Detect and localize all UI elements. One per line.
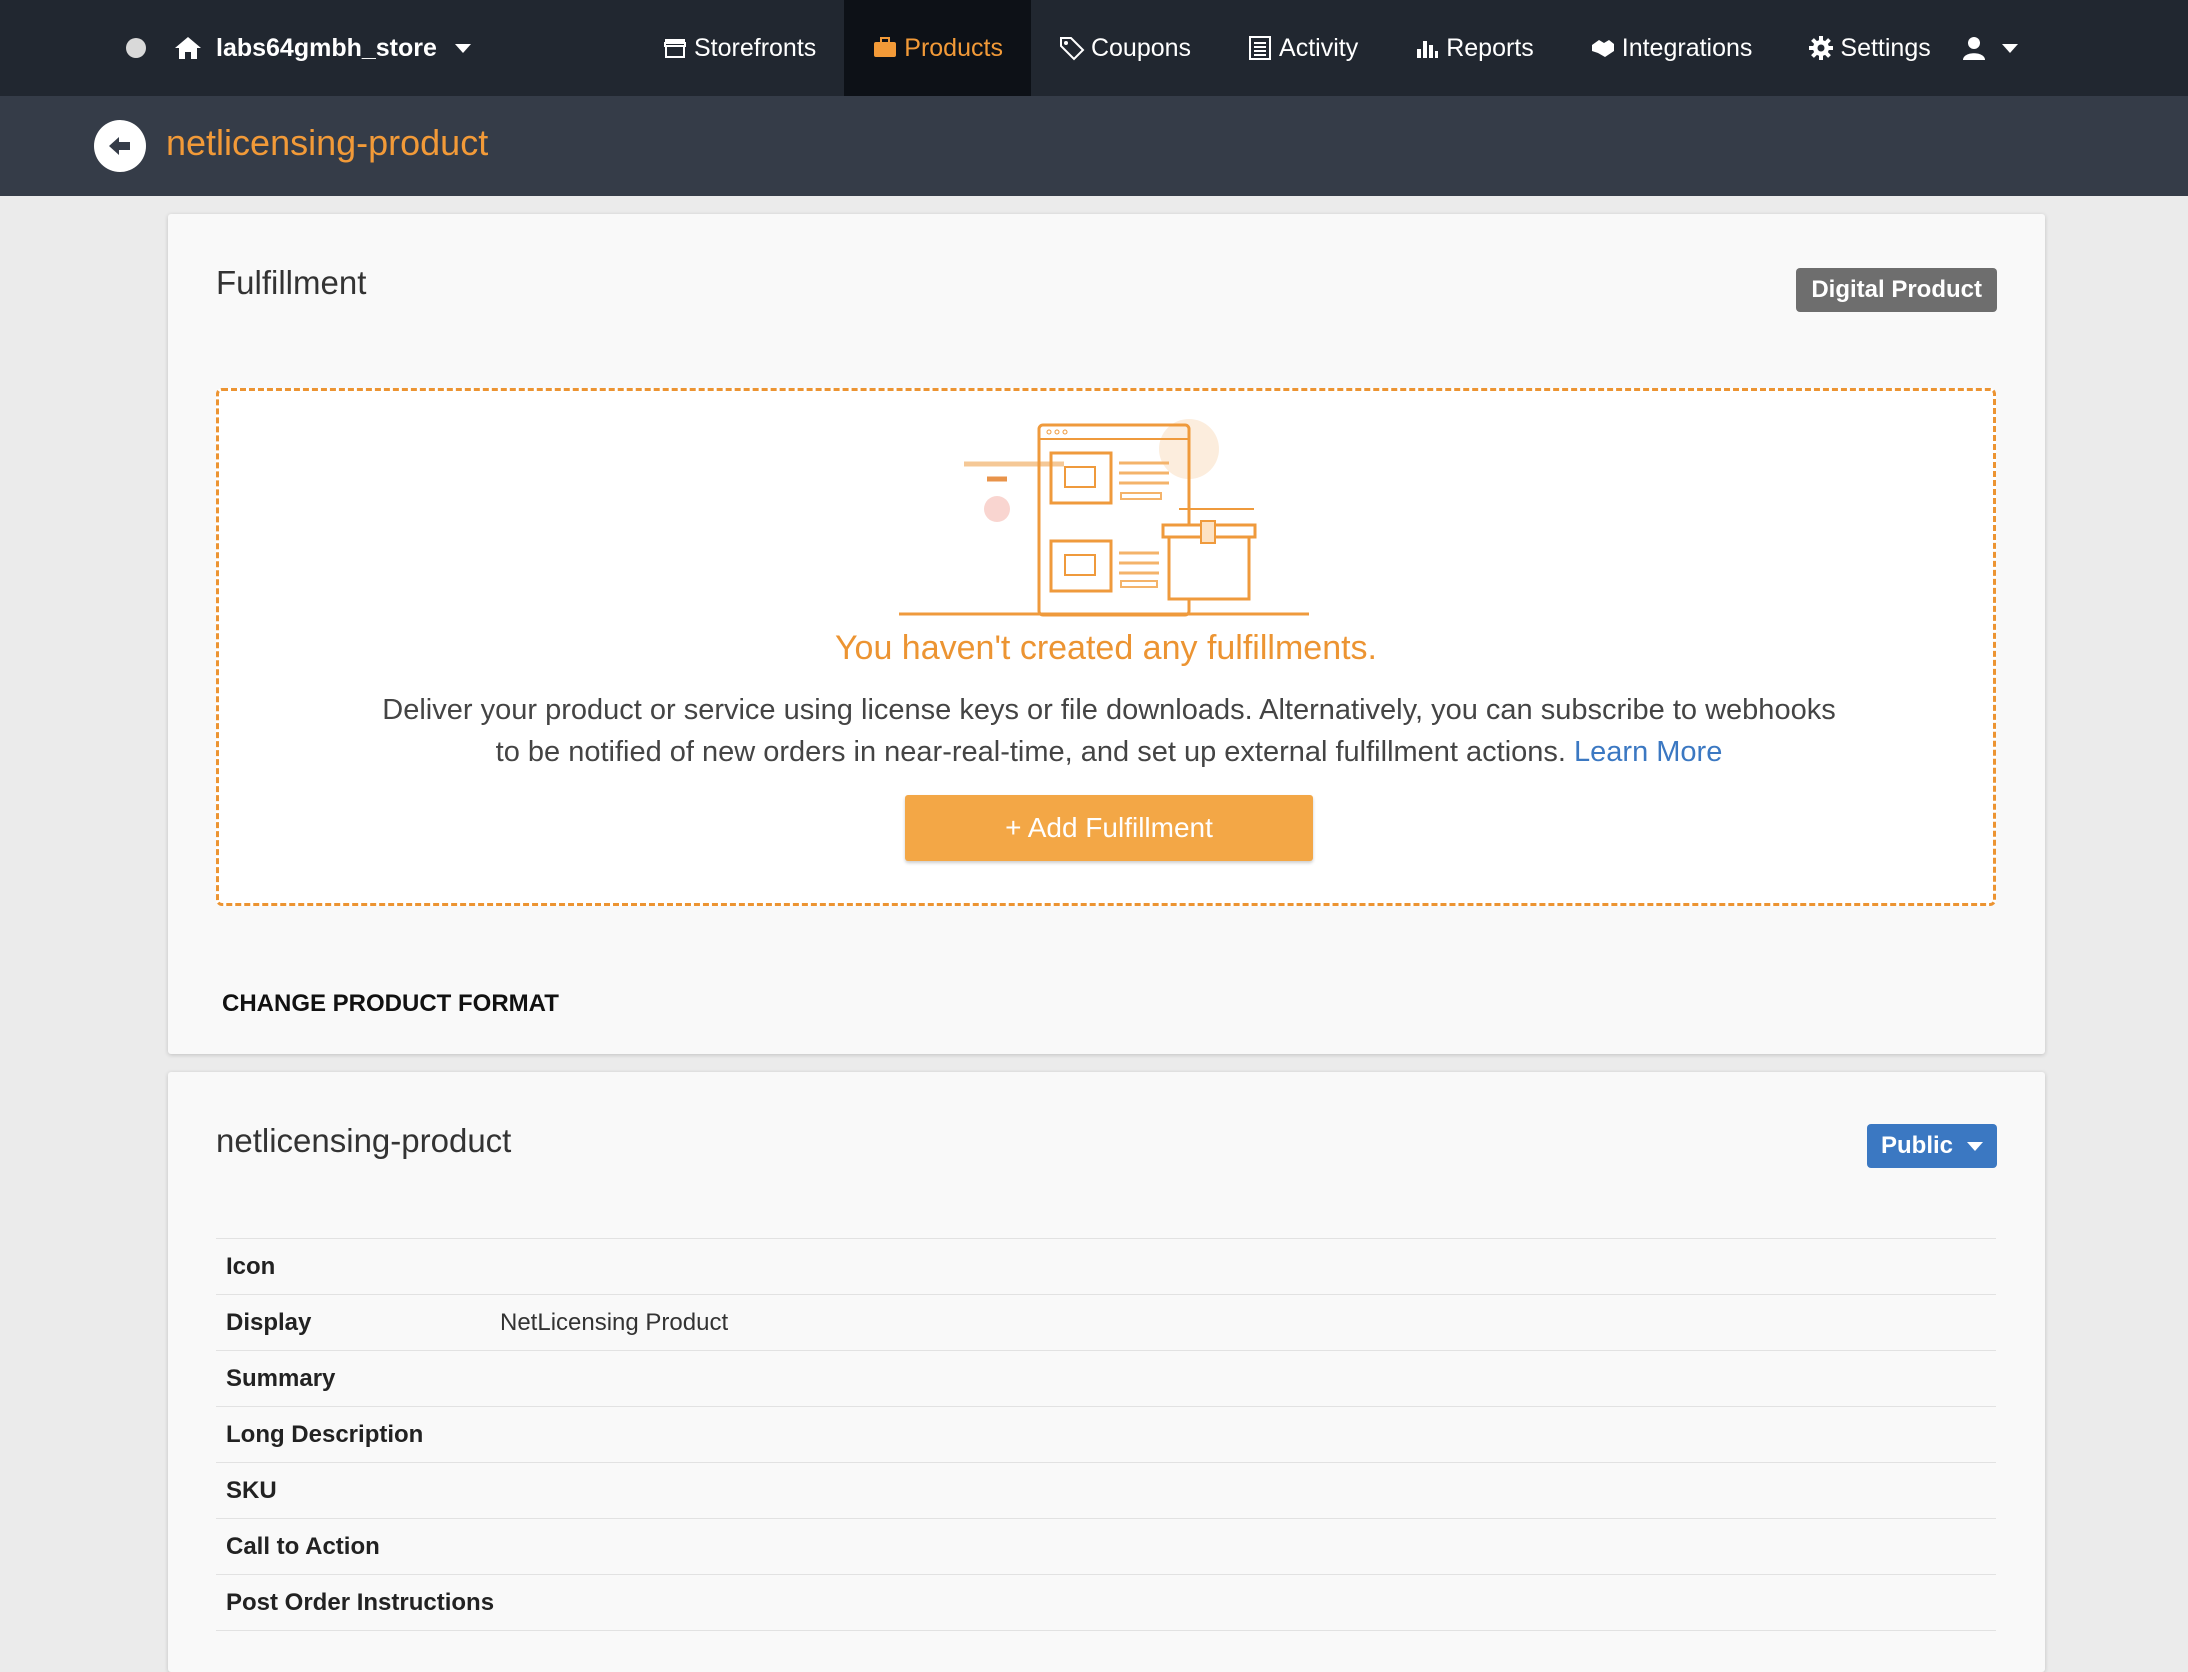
- nav-storefronts[interactable]: Storefronts: [634, 0, 844, 96]
- back-button[interactable]: [94, 120, 146, 172]
- nav-activity[interactable]: Activity: [1219, 0, 1386, 96]
- page-header: netlicensing-product: [0, 96, 2188, 196]
- nav-integrations[interactable]: Integrations: [1562, 0, 1781, 96]
- storefront-icon: [664, 39, 686, 58]
- nav-label: Integrations: [1621, 33, 1753, 62]
- nav-settings[interactable]: Settings: [1780, 0, 1958, 96]
- property-key: Icon: [226, 1252, 276, 1280]
- property-key: Post Order Instructions: [226, 1588, 495, 1616]
- user-menu[interactable]: [1960, 0, 2018, 96]
- handshake-icon: [1591, 40, 1614, 57]
- tags-icon: [1059, 37, 1085, 61]
- fulfillment-empty-state: You haven't created any fulfillments. De…: [216, 388, 1996, 906]
- store-name: labs64gmbh_store: [216, 33, 437, 62]
- chevron-down-icon: [2002, 43, 2018, 53]
- bar-chart-icon: [1417, 41, 1439, 58]
- product-format-badge: Digital Product: [1796, 268, 1997, 312]
- visibility-dropdown[interactable]: Public: [1866, 1124, 1997, 1168]
- arrow-left-icon: [109, 137, 130, 155]
- empty-state-title: You haven't created any fulfillments.: [834, 629, 1377, 667]
- home-icon: [175, 37, 201, 59]
- fulfillment-title: Fulfillment: [216, 264, 367, 301]
- top-navbar: labs64gmbh_store Storefronts Products Co: [0, 0, 2188, 96]
- user-icon: [1963, 37, 1985, 60]
- nav-label: Reports: [1446, 33, 1534, 62]
- product-title: netlicensing-product: [216, 1122, 512, 1159]
- property-value: NetLicensing Product: [500, 1308, 729, 1336]
- list-icon: [1249, 36, 1272, 60]
- chevron-down-icon: [1967, 1141, 1983, 1151]
- gear-icon: [1809, 36, 1834, 60]
- property-key: Summary: [226, 1364, 336, 1392]
- nav-label: Coupons: [1090, 33, 1192, 62]
- visibility-label: Public: [1880, 1132, 1953, 1159]
- chevron-down-icon: [454, 43, 471, 53]
- learn-more-link[interactable]: Learn More: [1574, 736, 1722, 768]
- property-key: Call to Action: [226, 1532, 380, 1560]
- store-switcher[interactable]: labs64gmbh_store: [126, 0, 471, 96]
- page-title: netlicensing-product: [166, 122, 489, 163]
- nav-label: Storefronts: [694, 33, 817, 62]
- status-dot-icon: [126, 38, 146, 58]
- nav-reports[interactable]: Reports: [1386, 0, 1562, 96]
- table-row[interactable]: Display NetLicensing Product: [216, 1295, 1996, 1351]
- fulfillment-card: Fulfillment Digital Product You haven't …: [168, 214, 2045, 1054]
- property-key: SKU: [226, 1476, 277, 1504]
- nav-label: Activity: [1279, 33, 1359, 62]
- nav-label: Products: [904, 33, 1003, 62]
- fulfillment-illustration-icon: [899, 419, 1309, 617]
- empty-state-description: Deliver your product or service using li…: [369, 689, 1849, 773]
- table-row[interactable]: SKU: [216, 1463, 1996, 1519]
- change-product-format-link[interactable]: CHANGE PRODUCT FORMAT: [222, 990, 559, 1018]
- nav-coupons[interactable]: Coupons: [1031, 0, 1219, 96]
- table-row[interactable]: Summary: [216, 1351, 1996, 1407]
- nav-label: Settings: [1840, 33, 1931, 62]
- table-row[interactable]: Call to Action: [216, 1519, 1996, 1575]
- property-key: Display: [226, 1308, 312, 1336]
- product-details-card: netlicensing-product Public Icon Display…: [168, 1072, 2045, 1672]
- table-row[interactable]: Long Description: [216, 1407, 1996, 1463]
- add-fulfillment-button[interactable]: + Add Fulfillment: [905, 795, 1313, 861]
- table-row[interactable]: Icon: [216, 1239, 1996, 1295]
- product-properties-table: Icon Display NetLicensing Product Summar…: [216, 1238, 1996, 1631]
- table-row[interactable]: Post Order Instructions: [216, 1575, 1996, 1631]
- property-key: Long Description: [226, 1420, 424, 1448]
- nav-products[interactable]: Products: [844, 0, 1031, 96]
- briefcase-icon: [874, 37, 897, 57]
